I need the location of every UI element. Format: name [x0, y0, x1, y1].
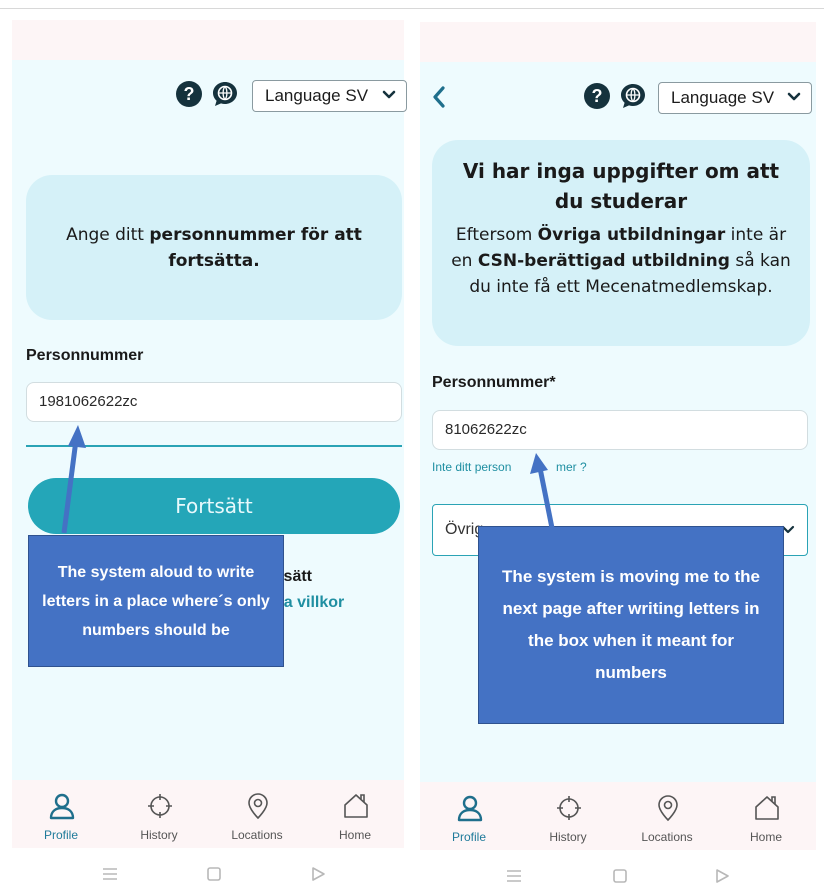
info-text-bold: personnummer för att fortsätta.: [149, 225, 362, 271]
language-select-label: Language SV: [265, 86, 369, 105]
nav-label: History: [140, 828, 178, 842]
annotation-box: The system is moving me to the next page…: [478, 526, 784, 724]
nav-label: Locations: [231, 828, 283, 842]
nav-home[interactable]: Home: [306, 780, 404, 848]
personnummer-label: Personnummer: [26, 347, 144, 364]
personnummer-input[interactable]: 1981062622zc: [26, 382, 402, 422]
language-select[interactable]: Language SV: [252, 80, 407, 112]
nav-label: Profile: [451, 830, 486, 844]
app-screen: ? Language SV Ange ditt personnummer för…: [12, 60, 407, 780]
info-card-text: Ange ditt personnummer för att fortsätta…: [26, 175, 402, 274]
location-pin-icon: [658, 795, 678, 822]
help-icon[interactable]: ?: [176, 81, 202, 107]
back-chevron-icon[interactable]: [430, 84, 448, 110]
info-text-plain: Ange ditt: [66, 225, 150, 245]
right-phone-screenshot: ? Language SV Vi har inga uppgifter om a…: [412, 0, 824, 883]
nav-locations[interactable]: Locations: [618, 782, 716, 850]
chat-globe-icon[interactable]: [620, 83, 646, 109]
language-select[interactable]: Language SV: [658, 82, 812, 114]
info-text-plain: Eftersom: [455, 225, 538, 245]
status-bar: [420, 22, 816, 62]
location-pin-icon: [248, 793, 268, 820]
chat-globe-icon[interactable]: [212, 81, 238, 107]
nav-profile[interactable]: Profile: [420, 782, 518, 850]
help-icon[interactable]: ?: [584, 83, 610, 109]
menu-icon[interactable]: [100, 864, 120, 883]
back-triangle-icon[interactable]: [308, 864, 328, 883]
bottom-nav: Profile History Locations Home: [12, 780, 404, 848]
home-square-icon[interactable]: [204, 864, 224, 883]
not-your-personnummer-link[interactable]: Inte ditt person: [432, 460, 511, 474]
personnummer-input[interactable]: 81062622zc: [432, 410, 808, 450]
home-icon: [755, 796, 779, 820]
nav-label: Locations: [641, 830, 693, 844]
personnummer-label: Personnummer*: [432, 374, 556, 391]
home-square-icon[interactable]: [610, 866, 630, 883]
language-select-label: Language SV: [671, 88, 775, 107]
continue-button[interactable]: Fortsätt: [28, 478, 400, 534]
bottom-nav: Profile History Locations Home: [420, 782, 816, 850]
nav-profile[interactable]: Profile: [12, 780, 110, 848]
system-nav-bar: [412, 862, 824, 883]
status-bar: [12, 20, 404, 60]
input-underline: [26, 445, 402, 447]
crosshair-icon: [557, 796, 581, 820]
nav-locations[interactable]: Locations: [208, 780, 306, 848]
info-text-bold: Övriga utbildningar: [537, 225, 726, 245]
crosshair-icon: [148, 794, 172, 818]
info-card-text: Eftersom Övriga utbildningar inte är en …: [432, 216, 810, 300]
person-icon: [457, 795, 483, 822]
nav-label: History: [549, 830, 587, 844]
nav-label: Home: [338, 828, 371, 842]
home-icon: [344, 794, 368, 818]
person-icon: [49, 793, 75, 820]
nav-label: Home: [749, 830, 782, 844]
info-card: Ange ditt personnummer för att fortsätta…: [26, 175, 402, 320]
info-card: Vi har inga uppgifter om att du studerar…: [432, 140, 810, 346]
annotation-box: The system aloud to write letters in a p…: [28, 535, 284, 667]
chevron-down-icon: [787, 92, 801, 101]
back-triangle-icon[interactable]: [712, 866, 732, 883]
nav-home[interactable]: Home: [717, 782, 815, 850]
info-card-title: Vi har inga uppgifter om att du studerar: [462, 159, 780, 213]
not-your-personnummer-link-end[interactable]: mer ?: [556, 460, 587, 474]
info-text-bold: CSN-berättigad utbildning: [477, 251, 730, 271]
menu-icon[interactable]: [504, 866, 524, 883]
system-nav-bar: [0, 860, 412, 883]
left-phone-screenshot: ? Language SV Ange ditt personnummer för…: [0, 0, 412, 883]
chevron-down-icon: [382, 90, 396, 99]
nav-label: Profile: [43, 828, 78, 842]
terms-link[interactable]: na villkor: [274, 594, 344, 612]
nav-history[interactable]: History: [110, 780, 208, 848]
nav-history[interactable]: History: [519, 782, 617, 850]
